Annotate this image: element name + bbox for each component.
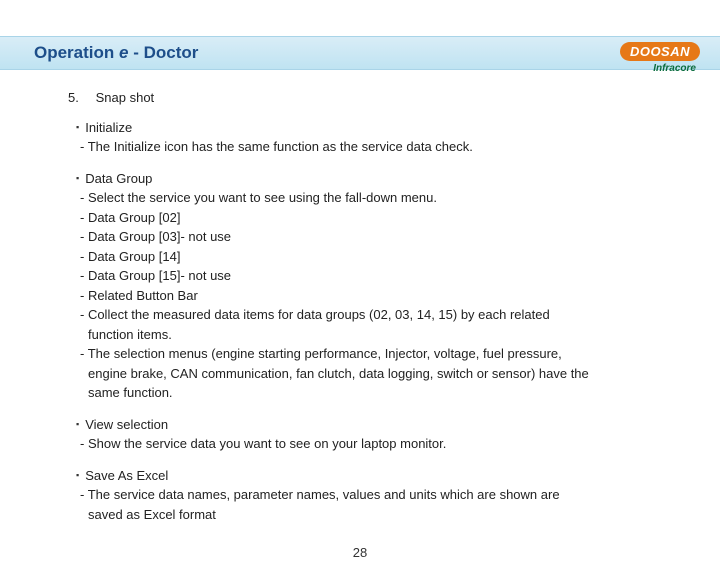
title-suffix: - Doctor [128,43,198,62]
section-name: Snap shot [96,90,155,105]
section-head: 5. Snap shot [68,88,652,108]
body-line: - The Initialize icon has the same funct… [76,137,652,157]
body-line: engine brake, CAN communication, fan clu… [76,364,652,384]
brand-logo: DOOSAN Infracore [620,42,700,74]
body-line: same function. [76,383,652,403]
body-line: saved as Excel format [76,505,652,525]
block-initialize: Initialize - The Initialize icon has the… [68,118,652,157]
body-line: - The selection menus (engine starting p… [76,344,652,364]
body-line: - Data Group [02] [76,208,652,228]
body-line: - Show the service data you want to see … [76,434,652,454]
block-view-selection: View selection - Show the service data y… [68,415,652,454]
logo-main: DOOSAN [620,42,700,61]
body-line: - Data Group [14] [76,247,652,267]
title-bar: Operation e - Doctor [0,36,720,70]
block-save-excel: Save As Excel - The service data names, … [68,466,652,525]
block-head: Save As Excel [76,466,652,486]
body-line: - Collect the measured data items for da… [76,305,652,325]
block-data-group: Data Group - Select the service you want… [68,169,652,403]
content: 5. Snap shot Initialize - The Initialize… [0,70,720,524]
body-line: function items. [76,325,652,345]
body-line: - Related Button Bar [76,286,652,306]
page-title: Operation e - Doctor [34,43,198,62]
section-number: 5. [68,88,92,108]
body-line: - Data Group [15]- not use [76,266,652,286]
block-head: Initialize [76,118,652,138]
body-line: - The service data names, parameter name… [76,485,652,505]
block-head: Data Group [76,169,652,189]
body-line: - Data Group [03]- not use [76,227,652,247]
block-head: View selection [76,415,652,435]
title-prefix: Operation [34,43,119,62]
logo-sub: Infracore [620,63,700,74]
body-line: - Select the service you want to see usi… [76,188,652,208]
page-number: 28 [0,545,720,560]
